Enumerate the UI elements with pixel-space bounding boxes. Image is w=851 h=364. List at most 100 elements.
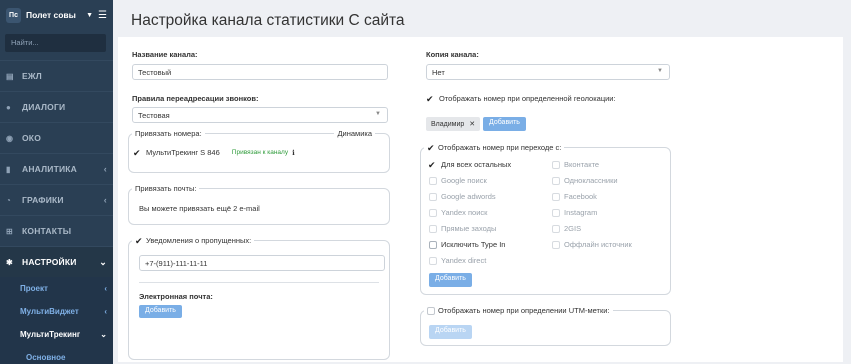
email-label: Электронная почта: [139,292,213,301]
source-label: Оффлайн источник [564,240,632,249]
sidebar: Пс Полет совы ▼ ☰ Найти... ▤ ЕЖЛ ● ДИАЛО… [0,0,113,364]
info-icon[interactable]: ℹ [292,149,295,157]
sidebar-item-settings[interactable]: ✱ НАСТРОЙКИ ⌄ [0,246,113,277]
checkbox[interactable] [429,192,437,201]
sidebar-subitem-project[interactable]: Проект ‹ [0,277,113,300]
transition-group: ✔ Отображать номер при переходе с: ✔ Для… [420,143,671,295]
source-label: Yandex direct [441,256,487,265]
sidebar-item-contacts[interactable]: ⊞ КОНТАКТЫ [0,215,113,246]
dynamics-label: Динамика [334,129,375,138]
project-switcher[interactable]: Полет совы [26,10,81,20]
sidebar-search-input[interactable]: Найти... [5,34,106,52]
sidebar-item-label: ОКО [22,133,42,143]
missed-phone-input[interactable]: +7-(911)-111-11-11 [139,255,385,271]
checkbox[interactable] [429,208,437,217]
copy-channel-value: Нет [432,68,445,77]
checkbox[interactable] [552,240,560,249]
checkbox[interactable] [427,306,435,315]
checkbox[interactable] [429,224,437,233]
source-offline[interactable]: Оффлайн источник [552,240,632,249]
checkbox[interactable] [429,176,437,185]
sidebar-subitem-label: Основное [26,353,66,362]
geo-add-button[interactable]: Добавить [483,117,526,131]
checkmark-icon[interactable]: ✔ [427,143,436,152]
sidebar-item-label: КОНТАКТЫ [22,226,72,236]
bind-numbers-label: Привязать номера: [132,129,205,138]
utm-add-button[interactable]: Добавить [429,325,472,339]
geo-label: Отображать номер при определенной геолок… [439,94,616,103]
menu-icon[interactable]: ☰ [98,10,107,21]
number-name: МультиТрекинг S 846 [146,148,220,157]
sidebar-subitem-label: Проект [20,284,48,293]
copy-channel-label: Копия канала: [426,50,479,59]
sidebar-item-label: ЕЖЛ [22,71,42,81]
source-google-adwords[interactable]: Google adwords [429,192,496,201]
source-vkontakte[interactable]: Вконтакте [552,160,599,169]
source-label: Одноклассники [564,176,618,185]
chevron-left-icon: ‹ [103,164,107,174]
source-all-others[interactable]: ✔ Для всех остальных [428,160,511,169]
number-row[interactable]: ✔ МультиТрекинг S 846 Привязан к каналу … [133,148,295,157]
caret-down-icon[interactable]: ▼ [86,12,93,19]
settings-panel: Название канала: Тестовый Правила переад… [118,37,843,362]
sidebar-subitem-label: МультиТрекинг [20,330,81,339]
source-yandex-search[interactable]: Yandex поиск [429,208,487,217]
caret-down-icon: ▼ [657,68,663,74]
source-label: 2GIS [564,224,582,233]
contacts-icon: ⊞ [6,226,13,236]
checkmark-icon[interactable]: ✔ [133,148,142,157]
sidebar-subitem-main[interactable]: Основное [0,346,113,364]
divider [139,282,379,283]
source-label: Вконтакте [564,160,600,169]
sidebar-item-oko[interactable]: ◉ ОКО [0,122,113,153]
checkbox[interactable] [552,224,560,233]
sidebar-item-charts[interactable]: ◔ ГРАФИКИ ‹ [0,184,113,215]
source-odnoklassniki[interactable]: Одноклассники [552,176,618,185]
source-google-search[interactable]: Google поиск [429,176,487,185]
chevron-down-icon: ⌄ [99,256,107,267]
checkbox[interactable] [552,176,560,185]
source-facebook[interactable]: Facebook [552,192,597,201]
source-yandex-direct[interactable]: Yandex direct [429,256,486,265]
bind-emails-group: Привязать почты: Вы можете привязать ещё… [128,184,390,225]
sidebar-subitem-multiwidget[interactable]: МультиВиджет ‹ [0,300,113,323]
sidebar-item-label: АНАЛИТИКА [22,164,78,174]
checkbox[interactable] [429,256,437,265]
source-label: Для всех остальных [441,160,512,169]
checkbox[interactable] [552,208,560,217]
bar-chart-icon: ▮ [6,164,11,174]
copy-channel-select[interactable]: Нет ▼ [426,64,670,80]
source-exclude-type-in[interactable]: Исключить Type In [429,240,505,249]
source-label: Facebook [564,192,597,201]
caret-down-icon: ▼ [375,111,381,117]
utm-legend[interactable]: Отображать номер при определении UTM-мет… [424,306,613,315]
sidebar-item-dialogs[interactable]: ● ДИАЛОГИ [0,91,113,122]
sidebar-subitem-multitracking[interactable]: МультиТрекинг ⌄ [0,323,113,346]
checkbox[interactable] [429,240,437,249]
source-label: Google adwords [441,192,496,201]
checkmark-icon[interactable]: ✔ [426,94,435,103]
source-label: Прямые заходы [441,224,497,233]
channel-name-input[interactable]: Тестовый [132,64,388,80]
checkmark-icon[interactable]: ✔ [428,160,437,169]
source-instagram[interactable]: Instagram [552,208,597,217]
sidebar-item-ezhl[interactable]: ▤ ЕЖЛ [0,60,113,91]
close-icon[interactable]: ✕ [469,121,475,128]
main-content: Настройка канала статистики С сайта Назв… [113,0,851,364]
sidebar-header: Пс Полет совы ▼ ☰ [0,0,113,30]
checkbox[interactable] [552,160,560,169]
geo-option[interactable]: ✔ Отображать номер при определенной геол… [426,94,616,103]
transition-add-button[interactable]: Добавить [429,273,472,287]
transition-legend[interactable]: ✔ Отображать номер при переходе с: [424,143,565,152]
checkbox[interactable] [552,192,560,201]
sidebar-item-analytics[interactable]: ▮ АНАЛИТИКА ‹ [0,153,113,184]
channel-name-label: Название канала: [132,50,198,59]
redirect-rules-select[interactable]: Тестовая ▼ [132,107,388,123]
add-email-button[interactable]: Добавить [139,305,182,318]
missed-calls-group: ✔ Уведомления о пропущенных: +7-(911)-11… [128,236,390,360]
missed-calls-legend[interactable]: ✔ Уведомления о пропущенных: [132,236,255,245]
checkmark-icon[interactable]: ✔ [135,236,144,245]
sidebar-item-label: ГРАФИКИ [22,195,64,205]
source-direct[interactable]: Прямые заходы [429,224,496,233]
source-2gis[interactable]: 2GIS [552,224,581,233]
